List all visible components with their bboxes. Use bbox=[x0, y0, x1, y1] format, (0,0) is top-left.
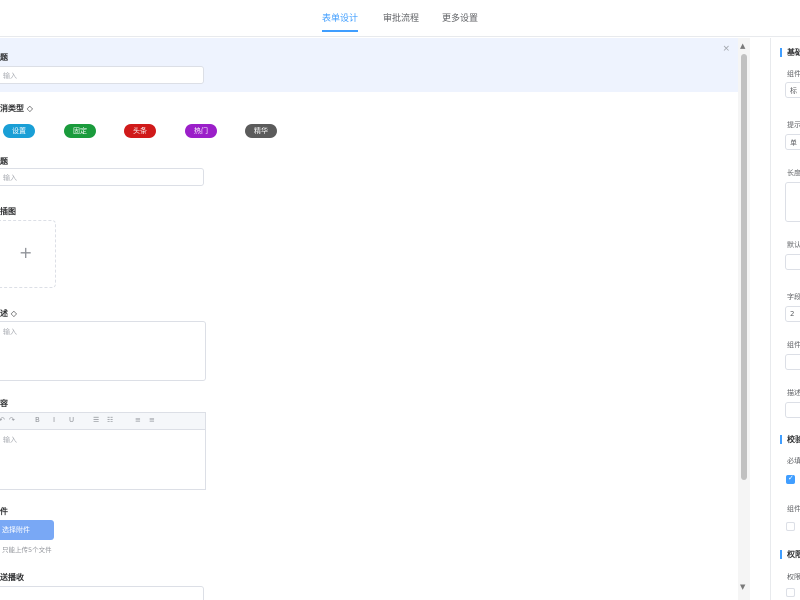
section-marker bbox=[780, 435, 782, 444]
editor-body[interactable]: 输入 bbox=[0, 430, 206, 490]
form-field-title-selected[interactable]: 题 输入 × bbox=[0, 38, 738, 92]
bold-icon[interactable]: B bbox=[35, 416, 40, 424]
prop-textarea[interactable] bbox=[785, 182, 800, 222]
tag-setting[interactable]: 设置 bbox=[3, 124, 35, 138]
prop-label: 组件 bbox=[787, 341, 800, 349]
form-field-illustration: 插图 + bbox=[0, 206, 738, 296]
prop-value: 单 bbox=[790, 139, 797, 147]
required-checkbox[interactable] bbox=[786, 474, 795, 484]
scroll-up-icon[interactable]: ▲ bbox=[740, 42, 745, 50]
prop-label: 描述 bbox=[787, 389, 800, 397]
section-title-basic: 基础 bbox=[787, 48, 800, 57]
field-label: 容 bbox=[0, 399, 8, 408]
editor-toolbar: ↶ ↷ B I U ☰ ☷ ≡ ≡ bbox=[0, 412, 206, 430]
description-textarea[interactable]: 输入 bbox=[0, 321, 206, 381]
tag-fixed[interactable]: 固定 bbox=[64, 124, 96, 138]
field-label: 送播收 bbox=[0, 573, 24, 582]
section-marker bbox=[780, 550, 782, 559]
prop-label: 组件 bbox=[787, 505, 800, 513]
field-label: 述 ◇ bbox=[0, 309, 17, 318]
tab-more-settings[interactable]: 更多设置 bbox=[442, 11, 478, 30]
subtitle-input[interactable]: 输入 bbox=[0, 168, 204, 186]
redo-icon[interactable]: ↷ bbox=[9, 416, 15, 424]
properties-panel: 基础 组件 标 提示 单 长度 默认 字段 2 组件 描述 校验 必填 组件 权… bbox=[771, 38, 800, 600]
align-left-icon[interactable]: ≡ bbox=[135, 416, 141, 424]
ordered-list-icon[interactable]: ☷ bbox=[107, 416, 113, 424]
prop-label: 长度 bbox=[787, 169, 800, 177]
italic-icon[interactable]: I bbox=[53, 416, 55, 424]
form-field-subtitle: 题 输入 bbox=[0, 154, 738, 194]
tab-form-design[interactable]: 表单设计 bbox=[322, 11, 359, 32]
form-field-message-type: 消类型 ◇ 设置 固定 头条 热门 精华 bbox=[0, 100, 738, 150]
tag-group: 设置 固定 头条 热门 精华 bbox=[0, 124, 300, 138]
form-field-description: 述 ◇ 输入 bbox=[0, 306, 738, 386]
input-placeholder: 输入 bbox=[3, 436, 17, 444]
prop-label: 提示 bbox=[787, 121, 800, 129]
select-attachment-button[interactable]: 选择附件 bbox=[0, 520, 54, 540]
undo-icon[interactable]: ↶ bbox=[0, 416, 5, 424]
field-label: 题 bbox=[0, 157, 8, 166]
form-field-content: 容 ↶ ↷ B I U ☰ ☷ ≡ ≡ 输入 bbox=[0, 396, 738, 492]
input-placeholder: 输入 bbox=[3, 328, 17, 336]
tag-featured[interactable]: 精华 bbox=[245, 124, 277, 138]
input-placeholder: 输入 bbox=[3, 174, 17, 182]
prop-value: 标 bbox=[790, 87, 797, 95]
prop-label: 必填 bbox=[787, 457, 800, 465]
prop-checkbox[interactable] bbox=[786, 588, 795, 597]
prop-label: 字段 bbox=[787, 293, 800, 301]
close-icon[interactable]: × bbox=[722, 44, 730, 54]
field-label: 题 bbox=[0, 53, 8, 62]
tag-hot[interactable]: 热门 bbox=[185, 124, 217, 138]
prop-checkbox[interactable] bbox=[786, 522, 795, 531]
prop-label: 组件 bbox=[787, 70, 800, 78]
field-label: 件 bbox=[0, 507, 8, 516]
field-label: 消类型 ◇ bbox=[0, 104, 33, 113]
scrollbar-thumb[interactable] bbox=[741, 54, 747, 480]
tag-headline[interactable]: 头条 bbox=[124, 124, 156, 138]
tab-approval-flow[interactable]: 审批流程 bbox=[383, 11, 419, 30]
section-title-validation: 校验 bbox=[787, 435, 800, 444]
prop-label: 默认 bbox=[787, 241, 800, 249]
broadcast-input[interactable] bbox=[0, 586, 204, 600]
prop-input[interactable] bbox=[785, 402, 800, 418]
title-input[interactable]: 输入 bbox=[0, 66, 204, 84]
align-center-icon[interactable]: ≡ bbox=[149, 416, 155, 424]
plus-icon: + bbox=[19, 243, 33, 262]
prop-input[interactable] bbox=[785, 254, 800, 270]
prop-label: 权限 bbox=[787, 573, 800, 581]
image-upload-box[interactable]: + bbox=[0, 220, 56, 288]
section-title-permission: 权限 bbox=[787, 550, 800, 559]
top-tab-bar: 表单设计 审批流程 更多设置 bbox=[0, 0, 800, 37]
form-field-broadcast: 送播收 bbox=[0, 570, 738, 600]
prop-input[interactable]: 单 bbox=[785, 134, 800, 150]
list-icon[interactable]: ☰ bbox=[93, 416, 99, 424]
upload-tip: 只能上传5个文件 bbox=[2, 546, 52, 554]
prop-input[interactable]: 2 bbox=[785, 306, 800, 322]
prop-input[interactable] bbox=[785, 354, 800, 370]
input-placeholder: 输入 bbox=[3, 72, 17, 80]
underline-icon[interactable]: U bbox=[69, 416, 74, 424]
prop-value: 2 bbox=[790, 310, 795, 318]
section-marker bbox=[780, 48, 782, 57]
form-field-attachment: 件 选择附件 只能上传5个文件 bbox=[0, 504, 738, 564]
form-canvas: 题 输入 × 消类型 ◇ 设置 固定 头条 热门 精华 题 输入 插图 + 述 … bbox=[0, 38, 738, 600]
field-label: 插图 bbox=[0, 207, 16, 216]
prop-input[interactable]: 标 bbox=[785, 82, 800, 98]
scroll-down-icon[interactable]: ▼ bbox=[740, 583, 745, 591]
